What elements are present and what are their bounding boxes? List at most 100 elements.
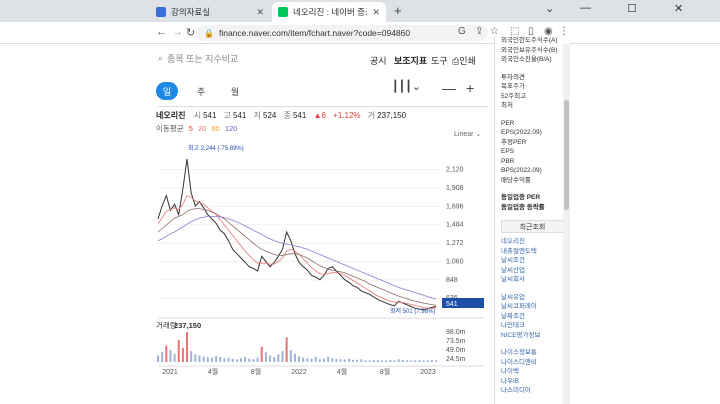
volume-bar [177,340,180,362]
tab-close-icon[interactable]: ✕ [256,7,264,18]
volume-axis: 98.0m 73.5m 49.0m 24.5m [446,329,466,363]
volume-bar [194,354,197,362]
side-panel-item[interactable]: 내츄럴엔도텍 [495,247,570,257]
ma-label: 이동평균 [156,124,184,133]
share-icon[interactable]: ⇪ [475,26,483,37]
volume-bar [347,358,350,362]
page-scrollbar-thumb[interactable] [564,100,569,210]
menu-print[interactable]: ⎙인쇄 [452,54,476,67]
side-panel-item[interactable]: 날짜조건 [495,312,570,322]
period-monthly-button[interactable]: 월 [224,82,246,100]
volume-bar [310,358,313,362]
change-value: ▲6 [313,111,326,120]
period-daily-button[interactable]: 일 [156,82,178,100]
volume-bar [389,359,392,362]
period-selector: 일 주 월 [156,82,246,100]
volume-layer [157,332,437,362]
side-panel-item[interactable]: 나인테크 [495,321,570,331]
volume-bar [422,360,425,362]
period-weekly-button[interactable]: 주 [190,82,212,100]
page-scrollbar[interactable] [563,44,570,404]
volume-key: 거 [367,111,376,120]
volume-bar [356,359,359,362]
side-panel-item[interactable]: 날씨조건 [495,256,570,266]
volume-bar [235,359,238,362]
zoom-out-icon[interactable]: — [442,80,456,96]
side-panel-item[interactable]: 네오리진 [495,237,570,247]
menu-disclosure[interactable]: 공시 [370,54,387,67]
reload-icon[interactable]: ↻ [186,26,195,39]
address-bar: ← → ↻ 🔒 finance.naver.com/item/fchart.na… [0,22,720,44]
time-tick-label: 4월 [208,367,218,376]
side-panel-item[interactable]: 나스미디어 [495,386,570,396]
ma-60[interactable]: 60 [211,124,219,133]
new-tab-button[interactable]: + [394,3,402,18]
open-key: 시 [193,111,202,120]
side-panel-item[interactable]: 날씨산업 [495,266,570,276]
side-panel-item[interactable]: 날씨유업 [495,293,570,303]
candlestick-type-icon[interactable]: ┃┃┃⌄ [392,80,421,93]
tab-search-icon[interactable]: ⌄ [545,2,554,15]
side-panel-item[interactable]: 날씨회사 [495,275,570,285]
side-panel-item[interactable]: 날씨코퍼레이 [495,302,570,312]
stock-name: 네오리진 [156,111,186,120]
price-series-line [157,208,437,306]
volume-bar [206,357,209,362]
volume-bar [181,347,184,362]
volume-bar [364,360,367,362]
info-side-panel: 외국인한도주식수(A) 외국인보유주식수(B) 외국인소진율(B/A) 투자의견 목표… [494,36,570,404]
volume-bar [157,355,159,362]
menu-tools[interactable]: 도구 [431,54,448,67]
right-blank-area [570,44,720,404]
close-window-icon[interactable]: ✕ [674,2,683,15]
volume-bar [339,359,342,362]
recent-view-header[interactable]: 최근조회 [501,220,564,233]
maximize-icon[interactable]: ☐ [627,2,637,15]
side-panel-item: 동일업종 등락률 [501,203,545,211]
tab-label: 네오리진 : 네이버 증권 [293,7,368,17]
stock-summary: 네오리진 시 541 고 541 저 524 종 541 ▲6 +1.12% 거 237,… [156,110,411,121]
zoom-in-icon[interactable]: + [466,80,474,96]
time-tick-label: 2021 [162,369,178,376]
volume-bar [202,356,205,362]
side-panel-item[interactable]: 나우IB [495,377,570,387]
scale-dropdown[interactable]: Linear ⌄ [454,130,481,138]
volume-bar [285,337,288,362]
stock-chart[interactable]: 2,1201,9081,6961,4841,2721,060848636 541… [150,140,494,404]
volume-bar [260,346,263,362]
side-panel-item[interactable]: 나이스정보통 [495,348,570,358]
price-axis: 2,1201,9081,6961,4841,2721,060848636 [446,167,464,303]
tab-favicon-icon [278,7,288,17]
volume-bar [231,358,234,362]
chart-svg: 2,1201,9081,6961,4841,2721,060848636 541… [156,144,484,376]
volume-bar [269,355,272,362]
side-panel-item: PBR [501,157,515,165]
side-panel-item[interactable]: 나이벡 [495,367,570,377]
scale-label: Linear [454,131,474,138]
volume-bar [161,352,164,362]
ma-120[interactable]: 120 [225,124,238,133]
volume-bar [306,358,309,362]
price-series-line [157,158,437,311]
google-icon[interactable]: G [458,26,466,37]
back-icon[interactable]: ← [156,26,167,38]
volume-bar [314,357,317,362]
ma-20[interactable]: 20 [198,124,206,133]
menu-indicators[interactable]: 보조지표 [394,54,427,67]
volume-bar [368,360,371,362]
ma-5[interactable]: 5 [189,124,193,133]
forward-icon[interactable]: → [172,26,183,38]
browser-tab-lecture[interactable]: 강의자료실 ✕ [150,2,270,22]
url-field[interactable]: 🔒 finance.naver.com/item/fchart.naver?co… [196,25,488,41]
change-percent: +1.12% [333,111,361,120]
lock-icon: 🔒 [204,28,214,38]
minimize-icon[interactable]: — [580,2,591,14]
browser-tab-naver-stock[interactable]: 네오리진 : 네이버 증권 ✕ [272,2,386,22]
stock-search[interactable]: ⌕ 종목 또는 지수비교 [158,52,238,65]
side-panel-item[interactable]: NICE평가정보 [495,331,570,341]
menu-print-label: 인쇄 [459,56,476,66]
volume-bar [335,358,338,362]
tab-close-icon[interactable]: ✕ [372,7,380,18]
side-panel-item[interactable]: 나이스디앤비 [495,358,570,368]
volume-bar [327,356,330,362]
